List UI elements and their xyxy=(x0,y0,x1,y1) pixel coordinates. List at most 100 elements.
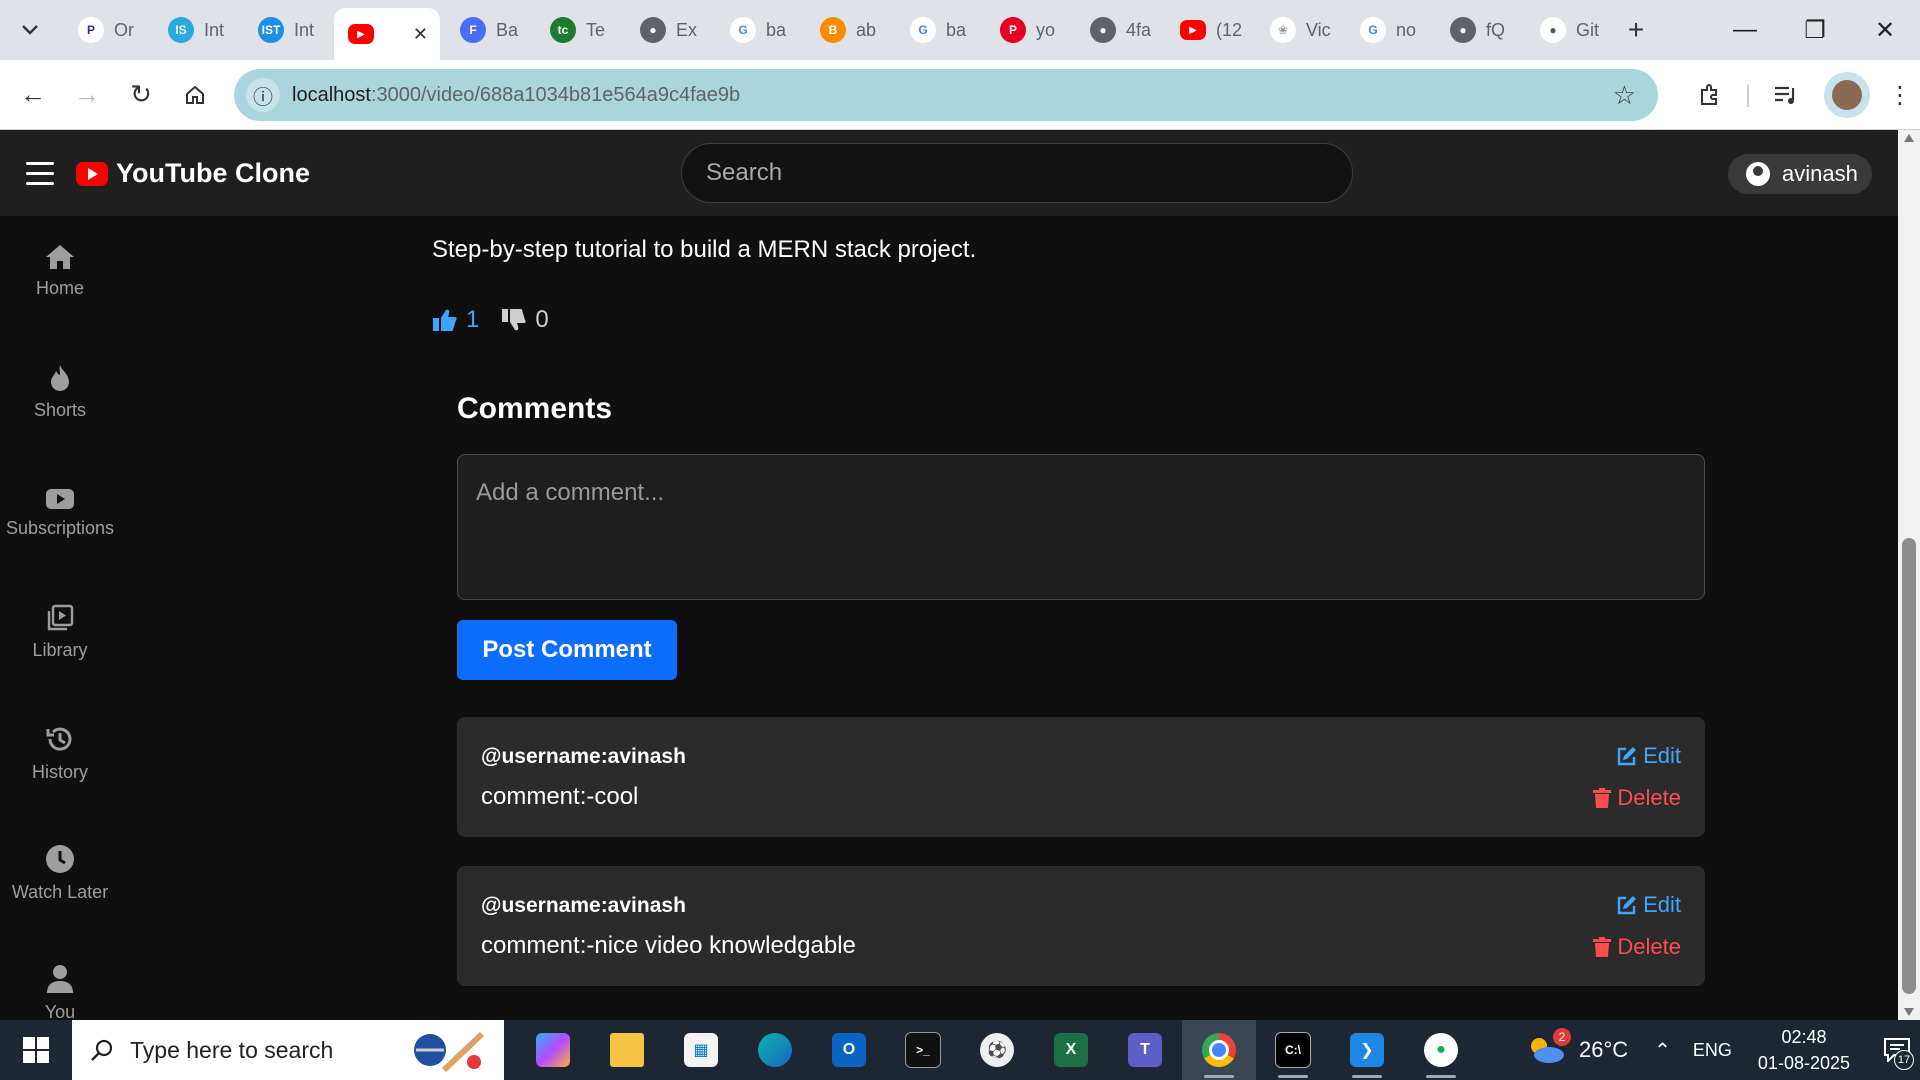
user-menu-button[interactable]: avinash xyxy=(1728,154,1872,194)
notification-center-button[interactable]: 17 xyxy=(1874,1020,1920,1080)
browser-tab-title: Ba xyxy=(496,19,519,40)
dislike-button[interactable]: 0 xyxy=(501,306,549,334)
comment-text: comment:-cool xyxy=(481,783,639,810)
restore-button[interactable]: ❐ xyxy=(1780,0,1850,60)
sidebar-item-watch-later[interactable]: Watch Later xyxy=(0,844,120,903)
store-icon[interactable]: ▦ xyxy=(664,1020,738,1080)
back-button[interactable]: ← xyxy=(6,68,60,122)
teams-icon[interactable]: T xyxy=(1108,1020,1182,1080)
perplexity-icon: P xyxy=(78,17,104,43)
mongodb-icon[interactable]: ● xyxy=(1404,1020,1478,1080)
copilot-icon[interactable] xyxy=(516,1020,590,1080)
browser-tab[interactable]: F Ba xyxy=(446,8,530,52)
globe-icon: ● xyxy=(640,17,666,43)
close-window-button[interactable]: ✕ xyxy=(1850,0,1920,60)
sidebar-item-home[interactable]: Home xyxy=(0,244,120,299)
edit-comment-button[interactable]: Edit xyxy=(1617,892,1681,918)
scroll-down-arrow-icon[interactable] xyxy=(1904,1008,1914,1016)
browser-tab[interactable]: ▶ (12 xyxy=(1166,8,1250,52)
edit-comment-button[interactable]: Edit xyxy=(1617,743,1681,769)
sidebar-item-you[interactable]: You xyxy=(0,964,120,1020)
forward-button[interactable]: → xyxy=(60,68,114,122)
youtube-icon: ▶ xyxy=(1180,20,1206,40)
youtube-logo-icon[interactable] xyxy=(76,162,108,186)
weather-widget[interactable]: 2 26°C xyxy=(1529,1028,1628,1064)
toolbar-divider: | xyxy=(1744,81,1752,108)
browser-tab[interactable]: ● fQ xyxy=(1436,8,1520,52)
file-explorer-icon[interactable] xyxy=(590,1020,664,1080)
edit-label: Edit xyxy=(1643,892,1681,917)
brand-title[interactable]: YouTube Clone xyxy=(116,158,310,189)
browser-tab[interactable]: Gba xyxy=(896,8,980,52)
browser-tab[interactable]: IST Int xyxy=(244,8,328,52)
edge-icon[interactable] xyxy=(738,1020,812,1080)
browser-tab-title: ba xyxy=(766,19,787,40)
language-indicator[interactable]: ENG xyxy=(1693,1040,1732,1061)
browser-tab-title: (12 xyxy=(1216,19,1243,40)
new-tab-button[interactable]: + xyxy=(1616,10,1656,50)
taskbar-apps: ▦ O >_ ⚽ X T C:\ ❯ ● xyxy=(516,1020,1478,1080)
browser-tab-title: Git xyxy=(1576,19,1600,40)
reactions-bar: 1 0 xyxy=(432,306,549,334)
post-comment-button[interactable]: Post Comment xyxy=(457,620,677,680)
chrome-icon[interactable] xyxy=(1182,1020,1256,1080)
edit-icon xyxy=(1617,896,1637,915)
browser-tab[interactable]: IS Int xyxy=(154,8,238,52)
search-input[interactable] xyxy=(681,143,1353,203)
tab-search-button[interactable] xyxy=(8,8,52,52)
sidebar-item-subscriptions[interactable]: Subscriptions xyxy=(0,488,120,539)
scroll-up-arrow-icon[interactable] xyxy=(1904,134,1914,142)
bookmark-star-icon[interactable]: ☆ xyxy=(1613,80,1636,111)
browser-tab[interactable]: Bab xyxy=(806,8,890,52)
media-control-icon[interactable] xyxy=(1758,67,1814,123)
edit-icon xyxy=(1617,747,1637,766)
excel-icon[interactable]: X xyxy=(1034,1020,1108,1080)
close-tab-icon[interactable]: ✕ xyxy=(413,24,428,45)
profile-avatar[interactable] xyxy=(1824,72,1870,118)
clock[interactable]: 02:48 01-08-2025 xyxy=(1758,1024,1850,1076)
browser-tab[interactable]: ▶ ✕ xyxy=(334,8,440,60)
browser-tab-title: ba xyxy=(946,19,967,40)
start-button[interactable] xyxy=(0,1020,72,1080)
browser-tab[interactable]: tc Te xyxy=(536,8,620,52)
brave-icon: B xyxy=(820,17,846,43)
extensions-icon[interactable] xyxy=(1682,67,1738,123)
sidebar-item-library[interactable]: Library xyxy=(0,604,120,661)
soccer-icon[interactable]: ⚽ xyxy=(960,1020,1034,1080)
delete-comment-button[interactable]: Delete xyxy=(1593,785,1681,811)
browser-tab[interactable]: ● 4fa xyxy=(1076,8,1160,52)
home-button[interactable] xyxy=(168,68,222,122)
trash-icon xyxy=(1593,788,1612,808)
browser-tab[interactable]: Gno xyxy=(1346,8,1430,52)
browser-tab[interactable]: ● Git xyxy=(1526,8,1610,52)
comment-textarea[interactable] xyxy=(457,454,1705,600)
globe-icon: ● xyxy=(1450,17,1476,43)
chrome-menu-icon[interactable]: ⋮ xyxy=(1880,67,1920,123)
taskbar-search-box[interactable]: Type here to search xyxy=(72,1020,504,1080)
outlook-icon[interactable]: O xyxy=(812,1020,886,1080)
page-scrollbar[interactable] xyxy=(1898,130,1920,1020)
browser-tab[interactable]: ❀ Vic xyxy=(1256,8,1340,52)
sidebar-item-history[interactable]: History xyxy=(0,724,120,783)
browser-tab-title: Te xyxy=(586,19,606,40)
like-button[interactable]: 1 xyxy=(432,306,479,334)
browser-tab-title: no xyxy=(1396,19,1417,40)
browser-tab[interactable]: P Or xyxy=(64,8,148,52)
search-icon xyxy=(91,1039,113,1061)
show-hidden-icons-chevron-icon[interactable]: ⌃ xyxy=(1654,1038,1671,1063)
delete-comment-button[interactable]: Delete xyxy=(1593,934,1681,960)
browser-tab[interactable]: Pyo xyxy=(986,8,1070,52)
reload-button[interactable]: ↻ xyxy=(114,68,168,122)
scrollbar-thumb[interactable] xyxy=(1902,538,1916,994)
terminal-icon[interactable]: >_ xyxy=(886,1020,960,1080)
sidebar-item-shorts[interactable]: Shorts xyxy=(0,364,120,421)
address-bar[interactable]: ⓘ localhost:3000/video/688a1034b81e564a9… xyxy=(234,69,1658,121)
site-info-icon[interactable]: ⓘ xyxy=(246,78,280,112)
browser-tab[interactable]: Gba xyxy=(716,8,800,52)
thumbs-down-icon xyxy=(502,309,527,331)
browser-tab[interactable]: ● Ex xyxy=(626,8,710,52)
vscode-icon[interactable]: ❯ xyxy=(1330,1020,1404,1080)
hamburger-menu-icon[interactable] xyxy=(26,162,54,192)
minimize-button[interactable]: — xyxy=(1710,0,1780,60)
cmd-icon[interactable]: C:\ xyxy=(1256,1020,1330,1080)
